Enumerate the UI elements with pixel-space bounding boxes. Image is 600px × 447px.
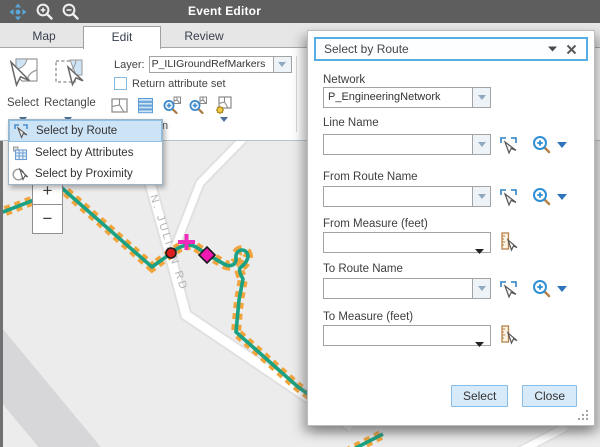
select-tool-label: Select bbox=[4, 97, 42, 109]
chevron-down-icon bbox=[478, 194, 486, 199]
app-title: Event Editor bbox=[188, 4, 261, 18]
to-route-name-select[interactable] bbox=[323, 278, 473, 299]
to-measure-dropdown-caret-icon[interactable] bbox=[475, 334, 484, 352]
dialog-header[interactable]: Select by Route bbox=[314, 37, 588, 61]
from-route-name-dropdown-button[interactable] bbox=[473, 186, 491, 207]
advanced-select-icon[interactable] bbox=[214, 96, 234, 116]
line-name-dropdown-button[interactable] bbox=[473, 134, 491, 155]
from-route-map-select-icon[interactable] bbox=[498, 187, 518, 207]
rectangle-tool-icon bbox=[51, 56, 85, 90]
resize-grip[interactable] bbox=[577, 408, 589, 420]
from-route-name-label: From Route Name bbox=[323, 171, 418, 183]
to-measure-label: To Measure (feet) bbox=[323, 311, 413, 323]
select-tool-button[interactable]: Select bbox=[4, 56, 42, 127]
pan-icon[interactable] bbox=[9, 3, 27, 21]
menu-item-label: Select by Route bbox=[36, 125, 117, 137]
to-measure-picker-icon[interactable] bbox=[498, 325, 518, 345]
to-route-name-dropdown-button[interactable] bbox=[473, 278, 491, 299]
from-route-zoom-caret-icon[interactable] bbox=[557, 194, 567, 200]
chevron-down-icon bbox=[478, 142, 486, 147]
to-route-zoom-icon[interactable] bbox=[532, 279, 552, 299]
app-header: Event Editor bbox=[0, 0, 600, 23]
zoom-selection-icon[interactable] bbox=[188, 96, 208, 116]
close-button[interactable]: Close bbox=[522, 385, 577, 407]
network-select[interactable]: P_EngineeringNetwork bbox=[323, 87, 473, 108]
line-name-label: Line Name bbox=[323, 117, 379, 129]
network-label: Network bbox=[323, 74, 365, 86]
line-zoom-icon[interactable] bbox=[532, 135, 552, 155]
proximity-icon bbox=[12, 166, 29, 182]
from-route-name-select[interactable] bbox=[323, 186, 473, 207]
to-route-name-label: To Route Name bbox=[323, 263, 403, 275]
from-measure-label: From Measure (feet) bbox=[323, 218, 428, 230]
from-measure-dropdown-caret-icon[interactable] bbox=[475, 241, 484, 259]
menu-item-label: Select by Attributes bbox=[35, 147, 133, 159]
menu-item-select-by-proximity[interactable]: Select by Proximity bbox=[9, 163, 162, 184]
line-zoom-caret-icon[interactable] bbox=[557, 142, 567, 148]
chevron-down-icon bbox=[278, 62, 286, 67]
point-marker[interactable] bbox=[166, 248, 176, 258]
return-attribute-set-checkbox[interactable] bbox=[114, 77, 127, 90]
advanced-select-caret-icon[interactable] bbox=[220, 117, 228, 122]
to-measure-input[interactable] bbox=[324, 326, 468, 345]
tab-edit[interactable]: Edit bbox=[83, 26, 161, 49]
menu-item-select-by-route[interactable]: Select by Route bbox=[9, 120, 162, 142]
select-by-route-dialog: Select by Route Network P_EngineeringNet… bbox=[307, 30, 595, 426]
ribbon-group-separator bbox=[296, 56, 297, 132]
route-select-icon bbox=[13, 123, 30, 139]
terrain-band bbox=[3, 345, 82, 447]
menu-item-label: Select by Proximity bbox=[35, 168, 133, 180]
return-attribute-set-label: Return attribute set bbox=[132, 78, 226, 90]
select-button[interactable]: Select bbox=[451, 385, 508, 407]
to-route-map-select-icon[interactable] bbox=[498, 279, 518, 299]
from-measure-input[interactable] bbox=[324, 233, 468, 252]
layer-label: Layer: bbox=[114, 59, 145, 71]
zoom-in-icon[interactable] bbox=[36, 3, 53, 20]
dialog-title: Select by Route bbox=[324, 42, 548, 56]
attribute-table-icon bbox=[12, 145, 29, 161]
tab-map[interactable]: Map bbox=[5, 26, 83, 48]
close-icon[interactable] bbox=[566, 44, 577, 55]
zoom-selection-icon[interactable] bbox=[162, 96, 182, 116]
map-zoom-out-button[interactable]: − bbox=[33, 205, 62, 233]
from-route-zoom-icon[interactable] bbox=[532, 187, 552, 207]
line-name-select[interactable] bbox=[323, 134, 473, 155]
rectangle-tool-label: Rectangle bbox=[44, 97, 92, 109]
line-map-select-icon[interactable] bbox=[498, 135, 518, 155]
select-tool-menu: Select by Route Select by Attributes Sel… bbox=[8, 119, 163, 185]
attribute-table-icon[interactable] bbox=[136, 96, 156, 116]
chevron-down-icon bbox=[478, 286, 486, 291]
zoom-out-icon[interactable] bbox=[62, 3, 79, 20]
tab-review[interactable]: Review bbox=[161, 26, 247, 48]
collapse-icon[interactable] bbox=[548, 46, 557, 52]
to-route-zoom-caret-icon[interactable] bbox=[557, 286, 567, 292]
chevron-down-icon bbox=[478, 95, 486, 100]
event-editor-window: N. JULIAN RD + − bbox=[0, 0, 600, 447]
menu-item-select-by-attributes[interactable]: Select by Attributes bbox=[9, 142, 162, 163]
from-measure-picker-icon[interactable] bbox=[498, 232, 518, 252]
layer-dropdown-button[interactable] bbox=[274, 56, 292, 73]
network-dropdown-button[interactable] bbox=[473, 87, 491, 108]
polygon-select-icon[interactable] bbox=[110, 96, 130, 116]
select-tool-icon bbox=[6, 56, 40, 90]
layer-select[interactable]: P_ILIGroundRefMarkers bbox=[149, 56, 274, 73]
rectangle-tool-button[interactable]: Rectangle bbox=[44, 56, 92, 127]
